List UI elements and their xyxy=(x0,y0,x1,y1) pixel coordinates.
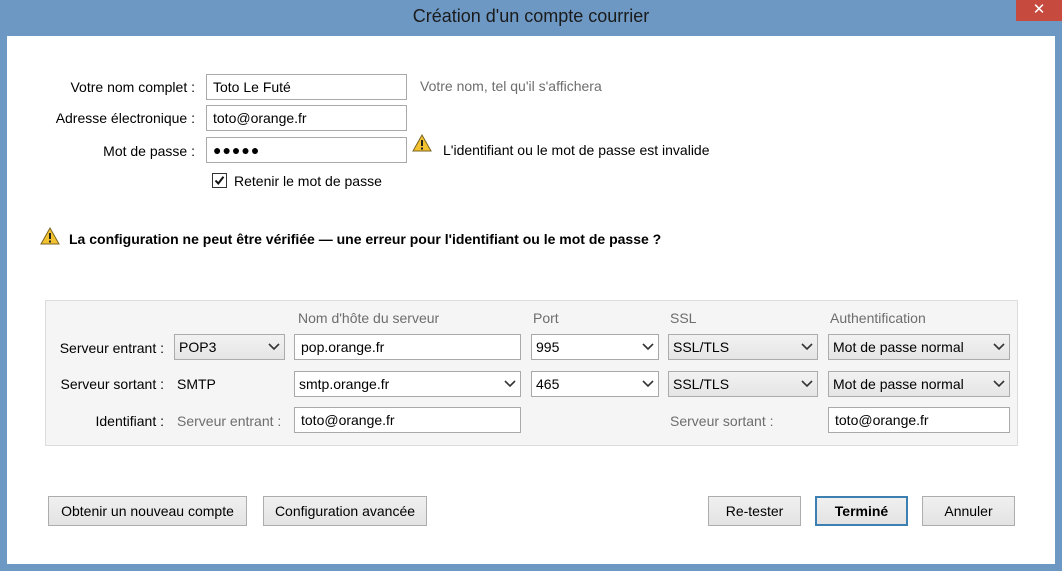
auth-column-header: Authentification xyxy=(830,310,926,326)
password-error: L'identifiant ou le mot de passe est inv… xyxy=(443,142,710,158)
advanced-config-button[interactable]: Configuration avancée xyxy=(263,496,427,526)
port-column-header: Port xyxy=(533,310,559,326)
outgoing-port-value: 465 xyxy=(536,376,560,392)
new-account-button[interactable]: Obtenir un nouveau compte xyxy=(48,496,247,526)
incoming-username-field[interactable]: toto@orange.fr xyxy=(294,407,521,433)
email-label: Adresse électronique : xyxy=(55,110,195,126)
outgoing-username-field[interactable]: toto@orange.fr xyxy=(828,407,1010,433)
window-title: Création d'un compte courrier xyxy=(412,6,650,26)
identifier-incoming-label: Serveur entrant : xyxy=(177,413,282,429)
chevron-down-icon xyxy=(801,380,813,388)
chevron-down-icon xyxy=(642,343,654,351)
close-button[interactable]: ✕ xyxy=(1016,0,1062,21)
full-name-field[interactable]: Toto Le Futé xyxy=(206,74,407,100)
email-field[interactable]: toto@orange.fr xyxy=(206,105,407,131)
title-bar: Création d'un compte courrier ✕ xyxy=(0,0,1062,36)
incoming-hostname-field[interactable]: pop.orange.fr xyxy=(294,334,521,360)
checkmark-icon xyxy=(214,176,225,186)
server-settings-group: Nom d'hôte du serveur Port SSL Authentif… xyxy=(45,300,1018,446)
password-label: Mot de passe : xyxy=(103,143,195,159)
hostname-column-header: Nom d'hôte du serveur xyxy=(298,310,440,326)
outgoing-hostname-value: smtp.orange.fr xyxy=(299,376,390,392)
incoming-port-value: 995 xyxy=(536,339,560,355)
remember-password-checkbox[interactable] xyxy=(212,173,227,188)
outgoing-auth-select[interactable]: Mot de passe normal xyxy=(828,371,1010,397)
chevron-down-icon xyxy=(801,343,813,351)
chevron-down-icon xyxy=(642,380,654,388)
chevron-down-icon xyxy=(504,380,516,388)
incoming-ssl-value: SSL/TLS xyxy=(673,339,730,355)
outgoing-hostname-combo[interactable]: smtp.orange.fr xyxy=(294,371,521,397)
name-label: Votre nom complet : xyxy=(70,79,195,95)
outgoing-server-label: Serveur sortant : xyxy=(60,376,165,392)
outgoing-protocol: SMTP xyxy=(177,376,216,392)
status-message: La configuration ne peut être vérifiée —… xyxy=(69,231,662,247)
incoming-port-combo[interactable]: 995 xyxy=(531,334,659,360)
incoming-server-label: Serveur entrant : xyxy=(59,340,164,356)
remember-password-label: Retenir le mot de passe xyxy=(234,173,382,189)
chevron-down-icon xyxy=(268,343,280,351)
warning-icon xyxy=(412,134,432,152)
cancel-button[interactable]: Annuler xyxy=(922,496,1015,526)
outgoing-ssl-value: SSL/TLS xyxy=(673,376,730,392)
incoming-auth-value: Mot de passe normal xyxy=(833,339,964,355)
warning-icon xyxy=(40,227,60,245)
identifier-outgoing-label: Serveur sortant : xyxy=(670,413,774,429)
name-hint: Votre nom, tel qu'il s'affichera xyxy=(420,78,602,94)
dialog-body: Votre nom complet : Toto Le Futé Votre n… xyxy=(7,36,1055,564)
outgoing-ssl-select[interactable]: SSL/TLS xyxy=(668,371,818,397)
outgoing-auth-value: Mot de passe normal xyxy=(833,376,964,392)
chevron-down-icon xyxy=(993,343,1005,351)
outgoing-port-combo[interactable]: 465 xyxy=(531,371,659,397)
incoming-protocol-select[interactable]: POP3 xyxy=(174,334,285,360)
ssl-column-header: SSL xyxy=(670,310,697,326)
done-button[interactable]: Terminé xyxy=(815,496,908,526)
incoming-auth-select[interactable]: Mot de passe normal xyxy=(828,334,1010,360)
incoming-protocol-value: POP3 xyxy=(179,339,217,355)
chevron-down-icon xyxy=(993,380,1005,388)
incoming-ssl-select[interactable]: SSL/TLS xyxy=(668,334,818,360)
retest-button[interactable]: Re-tester xyxy=(708,496,801,526)
password-field[interactable]: ●●●●● xyxy=(206,137,407,163)
identifier-label: Identifiant : xyxy=(95,413,165,429)
